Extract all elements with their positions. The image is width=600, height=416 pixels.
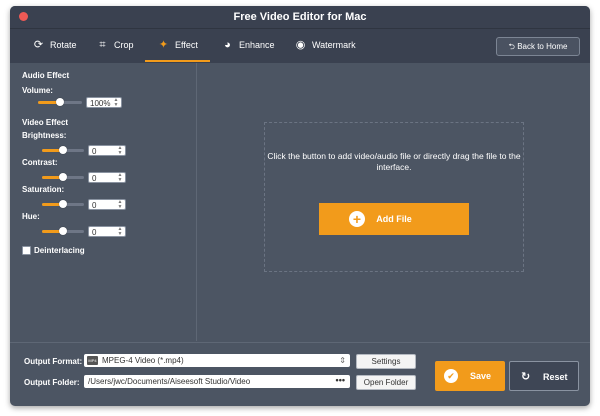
deinterlacing-label: Deinterlacing — [34, 246, 85, 255]
settings-button[interactable]: Settings — [356, 354, 416, 369]
saturation-value: 0 — [92, 201, 97, 210]
palette-icon: ◕ — [224, 39, 231, 51]
deinterlacing-checkbox[interactable] — [22, 246, 31, 255]
tab-rotate-label: Rotate — [50, 40, 77, 50]
saturation-slider[interactable] — [42, 200, 84, 208]
hue-value: 0 — [92, 228, 97, 237]
close-window-button[interactable] — [19, 12, 28, 21]
tab-watermark[interactable]: ◉ Watermark — [294, 29, 356, 62]
chevron-updown-icon: ⇕ — [339, 356, 346, 365]
tab-effect-label: Effect — [175, 40, 198, 50]
tab-enhance[interactable]: ◕ Enhance — [221, 29, 275, 62]
add-file-button[interactable]: + Add File — [319, 203, 469, 235]
add-file-label: Add File — [376, 214, 412, 224]
contrast-stepper[interactable]: 0 ▲ ▼ — [88, 172, 126, 183]
stepper-arrows-icon[interactable]: ▲ ▼ — [113, 98, 119, 108]
output-panel: Output Format: MP4 MPEG-4 Video (*.mp4) … — [10, 342, 590, 406]
brightness-slider-handle[interactable] — [59, 146, 67, 154]
brightness-slider[interactable] — [42, 146, 84, 154]
hue-slider-handle[interactable] — [59, 227, 67, 235]
hue-label: Hue: — [22, 212, 40, 221]
stepper-arrows-icon[interactable]: ▲ ▼ — [117, 173, 123, 183]
tab-enhance-label: Enhance — [239, 40, 275, 50]
tab-rotate[interactable]: ⟳ Rotate — [32, 29, 77, 62]
title-bar: Free Video Editor for Mac — [10, 6, 590, 28]
checkmark-icon: ✔ — [444, 369, 458, 383]
volume-value: 100% — [90, 99, 111, 108]
tab-crop[interactable]: ⌗ Crop — [96, 29, 134, 62]
contrast-label: Contrast: — [22, 158, 58, 167]
output-folder-label: Output Folder: — [24, 378, 80, 387]
tab-crop-label: Crop — [114, 40, 134, 50]
stepper-arrows-icon[interactable]: ▲ ▼ — [117, 200, 123, 210]
effect-icon: ✦ — [158, 39, 169, 51]
save-label: Save — [470, 371, 492, 381]
file-drop-zone[interactable]: Click the button to add video/audio file… — [264, 122, 524, 272]
browse-folder-button[interactable]: ••• — [336, 374, 345, 387]
reset-icon: ↻ — [521, 371, 531, 383]
volume-slider-handle[interactable] — [56, 98, 64, 106]
app-window: Free Video Editor for Mac ⟳ Rotate ⌗ Crop … — [10, 6, 590, 406]
volume-slider[interactable] — [38, 98, 82, 106]
volume-label: Volume: — [22, 86, 53, 95]
audio-effect-heading: Audio Effect — [22, 71, 70, 80]
drop-instructions: Click the button to add video/audio file… — [267, 151, 521, 172]
stepper-arrows-icon[interactable]: ▲ ▼ — [117, 227, 123, 237]
rotate-icon: ⟳ — [33, 39, 44, 51]
effect-sidebar: Audio Effect Volume: 100% ▲ ▼ Video Effec… — [10, 63, 197, 341]
window-title: Free Video Editor for Mac — [233, 11, 367, 23]
hue-stepper[interactable]: 0 ▲ ▼ — [88, 226, 126, 237]
back-to-home-button[interactable]: ⮌ Back to Home — [496, 37, 580, 56]
open-folder-button[interactable]: Open Folder — [356, 375, 416, 390]
hue-slider[interactable] — [42, 227, 84, 235]
brightness-label: Brightness: — [22, 131, 67, 140]
output-format-value: MPEG-4 Video (*.mp4) — [102, 356, 184, 365]
volume-stepper[interactable]: 100% ▲ ▼ — [86, 97, 122, 108]
contrast-slider-handle[interactable] — [59, 173, 67, 181]
output-folder-field[interactable]: /Users/jwc/Documents/Aiseesoft Studio/Vi… — [84, 375, 350, 388]
saturation-slider-handle[interactable] — [59, 200, 67, 208]
brightness-stepper[interactable]: 0 ▲ ▼ — [88, 145, 126, 156]
reset-label: Reset — [543, 372, 568, 382]
reset-button[interactable]: ↻ Reset — [509, 361, 579, 391]
output-folder-value: /Users/jwc/Documents/Aiseesoft Studio/Vi… — [88, 377, 251, 386]
stepper-arrows-icon[interactable]: ▲ ▼ — [117, 146, 123, 156]
output-format-label: Output Format: — [24, 357, 83, 366]
back-arrow-icon: ⮌ — [508, 42, 515, 51]
tab-watermark-label: Watermark — [312, 40, 356, 50]
save-button[interactable]: ✔ Save — [435, 361, 505, 391]
video-effect-heading: Video Effect — [22, 118, 69, 127]
mp4-format-icon: MP4 — [87, 356, 98, 365]
saturation-label: Saturation: — [22, 185, 65, 194]
tab-effect[interactable]: ✦ Effect — [145, 29, 210, 62]
saturation-stepper[interactable]: 0 ▲ ▼ — [88, 199, 126, 210]
crop-icon: ⌗ — [99, 39, 106, 51]
contrast-slider[interactable] — [42, 173, 84, 181]
contrast-value: 0 — [92, 174, 97, 183]
output-format-select[interactable]: MP4 MPEG-4 Video (*.mp4) ⇕ — [84, 354, 350, 367]
plus-icon: + — [349, 211, 365, 227]
back-to-home-label: Back to Home — [517, 42, 568, 51]
toolbar: ⟳ Rotate ⌗ Crop ✦ Effect ◕ Enhance ◉ Watermar… — [10, 28, 590, 63]
watermark-icon: ◉ — [295, 39, 306, 51]
brightness-value: 0 — [92, 147, 97, 156]
